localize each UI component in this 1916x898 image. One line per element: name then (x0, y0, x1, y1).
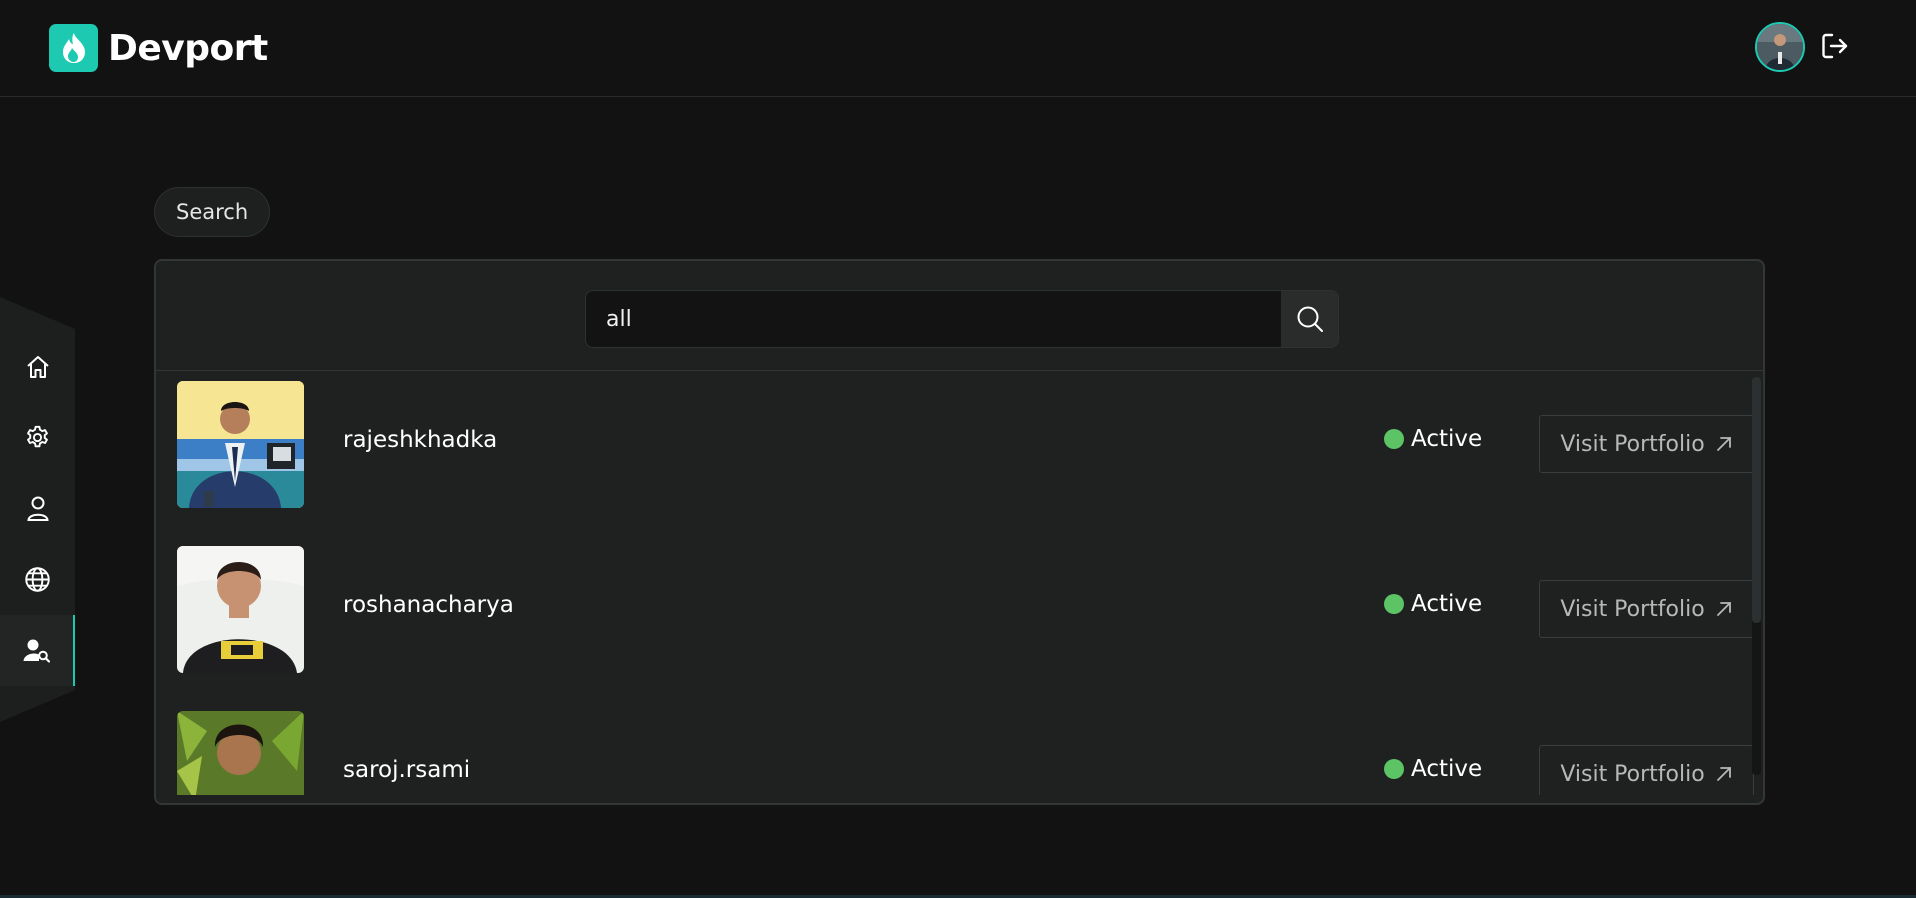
sidebar (0, 297, 75, 722)
profile-photo (177, 546, 304, 673)
home-icon (26, 355, 49, 378)
scrollbar-thumb[interactable] (1752, 377, 1761, 623)
status-text: Active (1411, 591, 1483, 617)
user-icon (26, 496, 49, 521)
results-scrollbar[interactable] (1752, 377, 1761, 775)
search-panel: rajeshkhadka Active Visit Portfolio (154, 259, 1765, 805)
search-icon (1297, 306, 1323, 332)
username[interactable]: roshanacharya (343, 592, 514, 618)
visit-portfolio-button[interactable]: Visit Portfolio (1539, 580, 1754, 638)
arrow-up-right-icon (1716, 767, 1731, 781)
sidebar-item-user-search[interactable] (0, 615, 75, 686)
search-input[interactable] (586, 291, 1281, 347)
search-section-tag: Search (154, 187, 271, 237)
sidebar-item-explore[interactable] (0, 544, 75, 615)
status-badge: Active (1384, 756, 1482, 782)
visit-portfolio-button[interactable]: Visit Portfolio (1539, 745, 1754, 795)
sidebar-item-home[interactable] (0, 331, 75, 402)
logout-button[interactable] (1818, 29, 1852, 63)
flame-icon (49, 24, 98, 72)
brand-name: Devport (108, 27, 268, 69)
status-dot (1384, 759, 1404, 779)
status-text: Active (1411, 426, 1483, 452)
gear-icon (27, 425, 48, 448)
results-list[interactable]: rajeshkhadka Active Visit Portfolio rosh… (156, 371, 1763, 795)
visit-portfolio-button[interactable]: Visit Portfolio (1539, 415, 1754, 473)
sidebar-item-settings[interactable] (0, 402, 75, 473)
profile-photo (177, 711, 304, 795)
globe-icon (25, 567, 50, 592)
brand-logo[interactable]: Devport (49, 24, 268, 72)
status-dot (1384, 429, 1404, 449)
result-row: rajeshkhadka Active Visit Portfolio (177, 381, 1754, 508)
profile-photo (177, 381, 304, 508)
result-row: roshanacharya Active Visit Portfolio (177, 546, 1754, 673)
search-bar (585, 290, 1339, 348)
user-avatar[interactable] (1755, 22, 1805, 72)
visit-portfolio-label: Visit Portfolio (1560, 596, 1705, 622)
status-dot (1384, 594, 1404, 614)
username[interactable]: rajeshkhadka (343, 427, 497, 453)
visit-portfolio-label: Visit Portfolio (1560, 761, 1705, 787)
username[interactable]: saroj.rsami (343, 757, 470, 783)
user-search-icon (23, 639, 50, 663)
logout-icon (1822, 33, 1848, 59)
arrow-up-right-icon (1716, 437, 1731, 451)
search-button[interactable] (1281, 291, 1338, 347)
search-header (156, 261, 1763, 371)
visit-portfolio-label: Visit Portfolio (1560, 431, 1705, 457)
top-navbar: Devport (0, 0, 1916, 97)
status-badge: Active (1384, 426, 1482, 452)
arrow-up-right-icon (1716, 602, 1731, 616)
status-badge: Active (1384, 591, 1482, 617)
sidebar-item-profile[interactable] (0, 473, 75, 544)
result-row: saroj.rsami Active Visit Portfolio (177, 711, 1754, 795)
status-text: Active (1411, 756, 1483, 782)
